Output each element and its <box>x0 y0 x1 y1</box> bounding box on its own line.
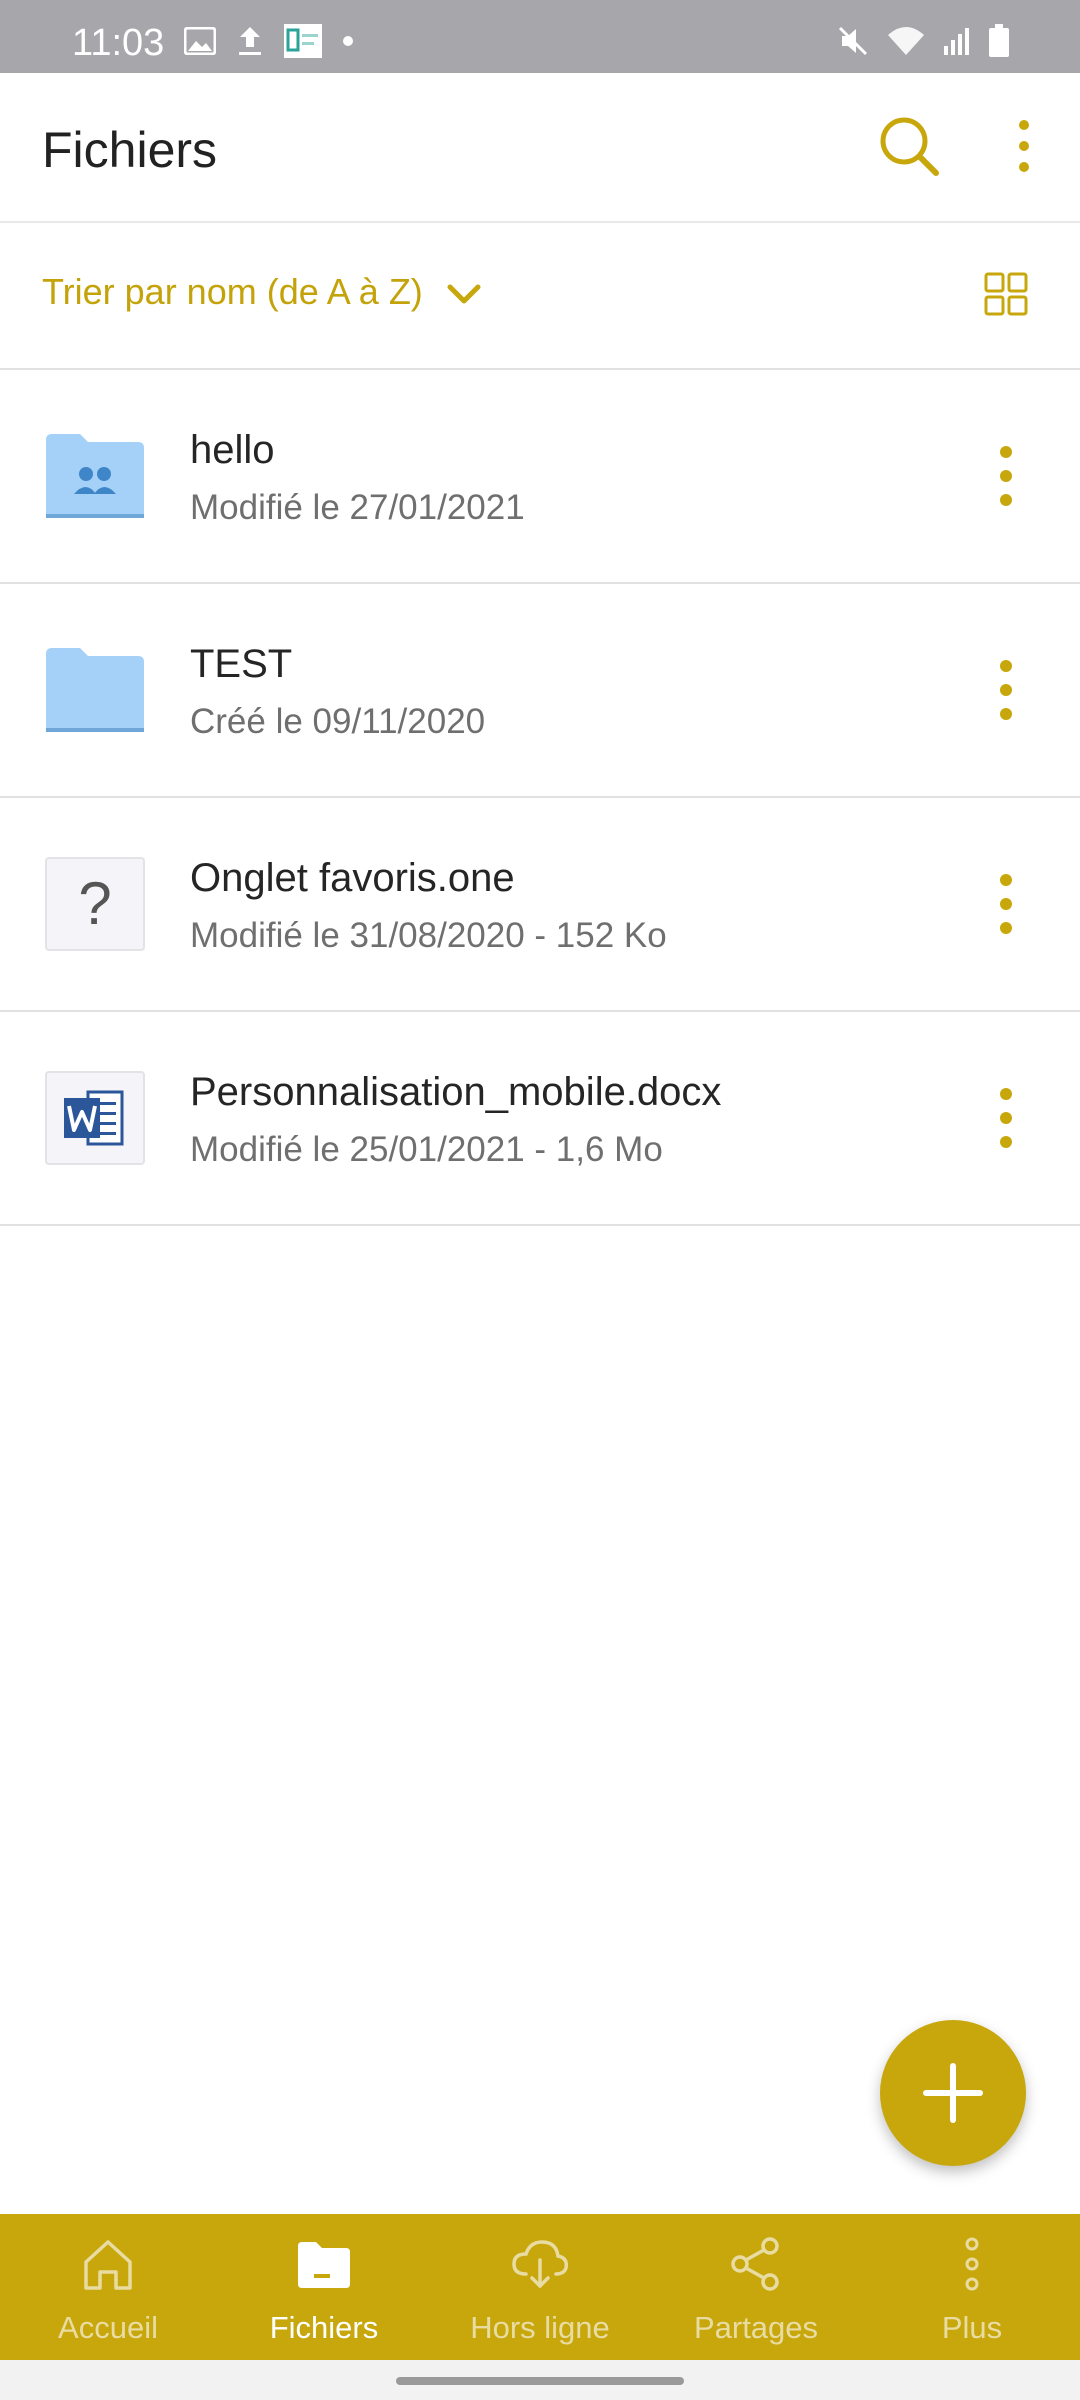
app-bar: Fichiers <box>0 73 1080 223</box>
nav-item-hors-ligne[interactable]: Hors ligne <box>432 2214 648 2360</box>
share-icon <box>731 2237 779 2291</box>
file-row-hello[interactable]: hello Modifié le 27/01/2021 <box>0 370 1080 584</box>
folder-icon <box>298 2242 350 2288</box>
folder-icon <box>46 648 144 732</box>
more-vertical-icon[interactable] <box>986 442 1026 510</box>
nav-label: Fichiers <box>269 2310 379 2345</box>
bottom-nav: Accueil Fichiers Hors ligne Partages Plu… <box>0 2214 1080 2360</box>
mute-icon <box>838 26 868 56</box>
add-button[interactable] <box>880 2020 1026 2166</box>
sort-dropdown[interactable]: Trier par nom (de A à Z) <box>42 271 423 313</box>
more-vertical-icon <box>965 2237 979 2291</box>
signal-icon <box>944 28 969 55</box>
svg-text:?: ? <box>78 870 111 937</box>
app-notification-icon <box>284 24 322 58</box>
battery-icon <box>989 24 1009 57</box>
file-list: hello Modifié le 27/01/2021 TEST Créé le… <box>0 370 1080 1226</box>
wifi-icon <box>888 27 924 55</box>
nav-item-fichiers[interactable]: Fichiers <box>216 2214 432 2360</box>
nav-item-accueil[interactable]: Accueil <box>0 2214 216 2360</box>
status-right-icons <box>836 24 1010 58</box>
status-bar: 11:03 <box>0 0 1080 73</box>
status-left-icons <box>184 24 354 58</box>
more-vertical-icon[interactable] <box>986 656 1026 724</box>
file-meta: Modifié le 25/01/2021 - 1,6 Mo <box>190 1130 663 1169</box>
more-vertical-icon[interactable] <box>986 1084 1026 1152</box>
search-icon[interactable] <box>876 113 942 179</box>
nav-label: Plus <box>941 2310 1003 2345</box>
file-row-onglet[interactable]: ? Onglet favoris.one Modifié le 31/08/20… <box>0 798 1080 1012</box>
home-indicator[interactable] <box>396 2377 684 2385</box>
word-file-icon <box>45 1071 145 1165</box>
file-meta: Modifié le 27/01/2021 <box>190 488 525 527</box>
gesture-bar <box>0 2360 1080 2400</box>
nav-label: Accueil <box>58 2310 158 2345</box>
file-row-personnalisation[interactable]: Personnalisation_mobile.docx Modifié le … <box>0 1012 1080 1226</box>
more-vertical-icon[interactable] <box>986 870 1026 938</box>
sort-bar: Trier par nom (de A à Z) <box>0 223 1080 370</box>
shared-folder-icon <box>46 434 144 518</box>
nav-label: Partages <box>693 2310 819 2345</box>
unknown-file-icon: ? <box>45 857 145 951</box>
nav-item-partages[interactable]: Partages <box>648 2214 864 2360</box>
plus-icon <box>923 2063 983 2123</box>
file-name: TEST <box>190 642 293 686</box>
home-icon <box>84 2240 132 2290</box>
dot-icon <box>343 36 353 46</box>
image-icon <box>184 27 216 55</box>
cloud-download-icon <box>512 2240 569 2288</box>
file-name: Onglet favoris.one <box>190 856 515 900</box>
chevron-down-icon[interactable] <box>444 279 484 309</box>
status-time: 11:03 <box>72 22 165 64</box>
nav-item-plus[interactable]: Plus <box>864 2214 1080 2360</box>
nav-label: Hors ligne <box>470 2310 610 2345</box>
upload-icon <box>239 27 261 55</box>
file-row-test[interactable]: TEST Créé le 09/11/2020 <box>0 584 1080 798</box>
grid-view-icon[interactable] <box>984 272 1028 316</box>
file-name: Personnalisation_mobile.docx <box>190 1070 722 1114</box>
file-meta: Modifié le 31/08/2020 - 152 Ko <box>190 916 667 955</box>
file-meta: Créé le 09/11/2020 <box>190 702 486 741</box>
more-vertical-icon[interactable] <box>1002 113 1046 179</box>
page-title: Fichiers <box>42 122 218 178</box>
file-name: hello <box>190 428 275 472</box>
